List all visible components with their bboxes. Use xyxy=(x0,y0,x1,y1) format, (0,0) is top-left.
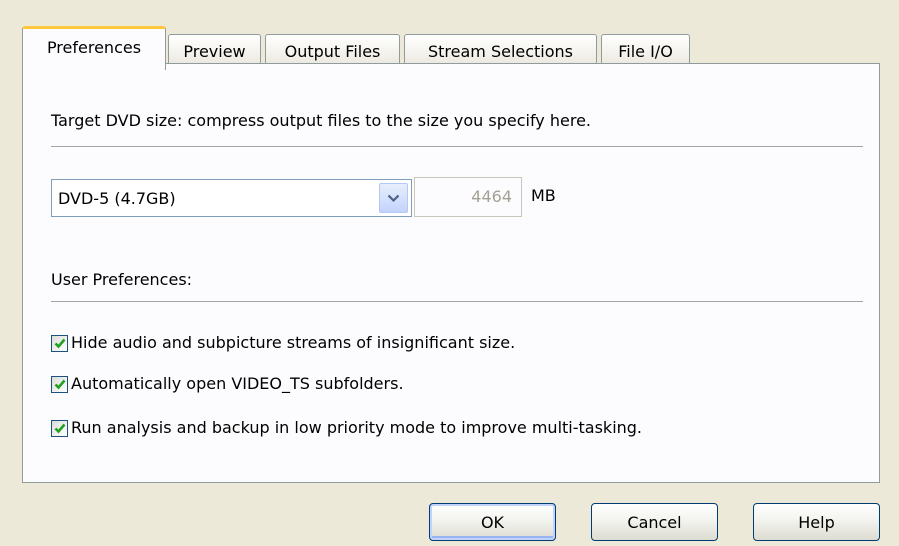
dvd-size-select[interactable]: DVD-5 (4.7GB) xyxy=(51,179,412,217)
ok-button[interactable]: OK xyxy=(429,503,556,541)
option-label: Run analysis and backup in low priority … xyxy=(71,418,643,437)
size-mb-field[interactable]: 4464 xyxy=(414,177,522,217)
hide-insignificant-streams-option[interactable]: Hide audio and subpicture streams of ins… xyxy=(51,332,515,354)
auto-open-video-ts-checkbox[interactable] xyxy=(51,375,68,393)
preferences-dialog: Preferences Preview Output Files Stream … xyxy=(0,0,899,546)
checkmark-icon xyxy=(54,338,65,348)
target-size-description: Target DVD size: compress output files t… xyxy=(51,111,591,130)
size-unit-label: MB xyxy=(531,186,556,205)
tab-preferences[interactable]: Preferences xyxy=(22,26,166,70)
tab-strip: Preferences Preview Output Files Stream … xyxy=(22,6,882,70)
user-preferences-label: User Preferences: xyxy=(51,270,193,289)
checkmark-icon xyxy=(54,379,65,389)
checkmark-icon xyxy=(54,423,65,433)
hide-insignificant-streams-checkbox[interactable] xyxy=(51,334,68,352)
preferences-panel: Target DVD size: compress output files t… xyxy=(22,63,880,483)
option-label: Automatically open VIDEO_TS subfolders. xyxy=(71,374,404,393)
option-label: Hide audio and subpicture streams of ins… xyxy=(71,333,516,352)
auto-open-video-ts-option[interactable]: Automatically open VIDEO_TS subfolders. xyxy=(51,373,404,395)
chevron-down-icon xyxy=(387,194,400,202)
dvd-size-selected-value: DVD-5 (4.7GB) xyxy=(58,189,176,208)
help-button[interactable]: Help xyxy=(753,503,880,541)
dropdown-button[interactable] xyxy=(379,183,408,213)
divider xyxy=(51,146,863,147)
divider xyxy=(51,301,863,302)
low-priority-mode-option[interactable]: Run analysis and backup in low priority … xyxy=(51,417,642,439)
low-priority-mode-checkbox[interactable] xyxy=(51,419,68,437)
cancel-button[interactable]: Cancel xyxy=(591,503,718,541)
